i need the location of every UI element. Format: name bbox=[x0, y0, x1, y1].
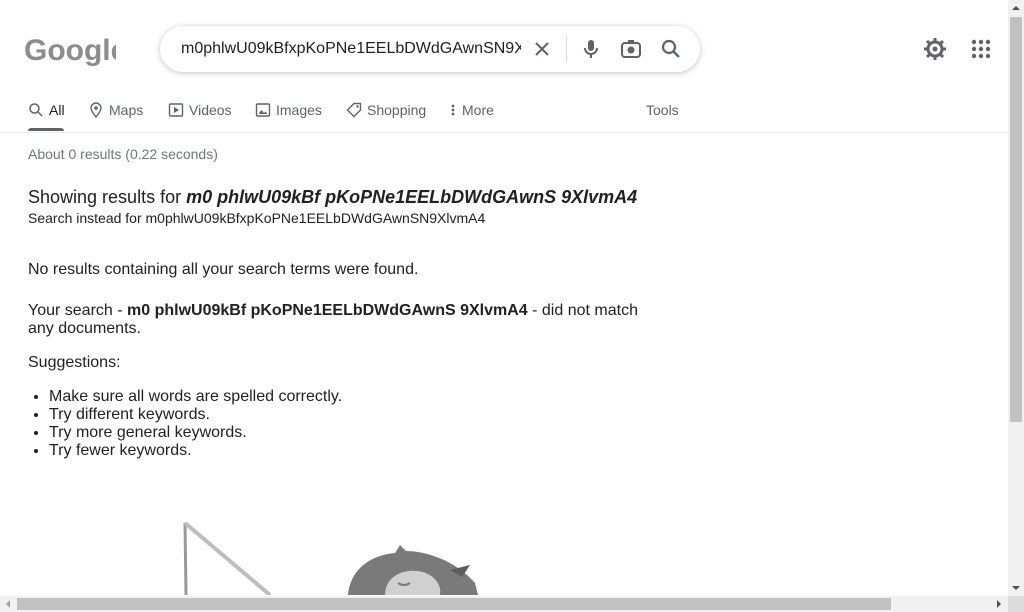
tools-button[interactable]: Tools bbox=[646, 96, 679, 132]
showing-results-for: Showing results for m0 phlwU09kBf pKoPNe… bbox=[28, 187, 637, 208]
list-item: Try more general keywords. bbox=[49, 424, 342, 442]
tab-label: Images bbox=[276, 102, 322, 118]
no-results-illustration bbox=[170, 515, 490, 595]
video-icon bbox=[168, 103, 184, 117]
no-results-message: No results containing all your search te… bbox=[28, 261, 419, 278]
scroll-down-icon[interactable] bbox=[1012, 584, 1020, 592]
instead-prefix: Search instead for bbox=[28, 210, 146, 226]
search-instead-for: Search instead for m0phlwU09kBfxpKoPNe1E… bbox=[28, 210, 485, 226]
tab-maps[interactable]: Maps bbox=[88, 96, 143, 132]
tag-icon bbox=[346, 102, 362, 118]
scrollbar-corner bbox=[1008, 596, 1024, 612]
tab-all[interactable]: All bbox=[28, 96, 65, 132]
google-logo[interactable]: Google bbox=[24, 32, 127, 68]
scroll-left-icon[interactable] bbox=[4, 600, 12, 608]
corrected-query-link[interactable]: m0 phlwU09kBf pKoPNe1EELbDWdGAwnS 9XlvmA… bbox=[186, 187, 637, 207]
result-stats: About 0 results (0.22 seconds) bbox=[28, 146, 218, 162]
clear-icon[interactable] bbox=[530, 37, 554, 61]
header: Google m0phlwU09kBfxpKoPNe1EELbDWdGAwnSN… bbox=[0, 0, 1008, 96]
tab-shopping[interactable]: Shopping bbox=[346, 96, 426, 132]
tab-label: Maps bbox=[109, 102, 144, 118]
list-item: Make sure all words are spelled correctl… bbox=[49, 388, 342, 406]
apps-icon[interactable] bbox=[969, 37, 993, 61]
tab-more[interactable]: More bbox=[449, 96, 494, 132]
more-vert-icon bbox=[451, 104, 455, 116]
logo-text: Google bbox=[24, 34, 116, 67]
search-tabs: All Maps Videos Images Shopping More Too… bbox=[28, 96, 708, 132]
search-box[interactable]: m0phlwU09kBfxpKoPNe1EELbDWdGAwnSN9XlvmA4 bbox=[160, 26, 700, 72]
tab-label: All bbox=[49, 102, 65, 118]
suggestions-list: Make sure all words are spelled correctl… bbox=[49, 388, 342, 460]
horizontal-scrollbar[interactable] bbox=[0, 596, 1008, 612]
original-query-link[interactable]: m0phlwU09kBfxpKoPNe1EELbDWdGAwnSN9XlvmA4 bbox=[146, 210, 486, 226]
tab-label: Shopping bbox=[367, 102, 427, 118]
list-item: Try fewer keywords. bbox=[49, 442, 342, 460]
search-input[interactable]: m0phlwU09kBfxpKoPNe1EELbDWdGAwnSN9XlvmA4 bbox=[181, 40, 521, 60]
image-icon bbox=[255, 103, 271, 117]
vertical-scrollbar[interactable] bbox=[1008, 0, 1024, 596]
search-icon[interactable] bbox=[659, 37, 683, 61]
horizontal-scroll-thumb[interactable] bbox=[17, 598, 891, 610]
search-divider bbox=[566, 35, 567, 63]
tab-label: More bbox=[462, 102, 494, 118]
active-tab-indicator bbox=[28, 128, 64, 131]
settings-icon[interactable] bbox=[923, 37, 947, 61]
tab-label: Videos bbox=[189, 102, 232, 118]
scroll-up-icon[interactable] bbox=[1012, 4, 1020, 12]
suggestions-label: Suggestions: bbox=[28, 354, 121, 371]
showing-prefix: Showing results for bbox=[28, 187, 187, 207]
your-search-prefix: Your search - bbox=[28, 302, 128, 319]
list-item: Try different keywords. bbox=[49, 406, 342, 424]
header-divider bbox=[0, 132, 1008, 133]
tools-label: Tools bbox=[646, 102, 679, 118]
scroll-right-icon[interactable] bbox=[995, 600, 1003, 608]
map-pin-icon bbox=[90, 102, 102, 118]
vertical-scroll-thumb[interactable] bbox=[1010, 17, 1022, 422]
your-search-message: Your search - m0 phlwU09kBf pKoPNe1EELbD… bbox=[28, 302, 668, 338]
camera-icon[interactable] bbox=[619, 37, 643, 61]
your-search-query: m0 phlwU09kBf pKoPNe1EELbDWdGAwnS 9XlvmA… bbox=[127, 302, 528, 319]
search-icon bbox=[29, 103, 43, 117]
mic-icon[interactable] bbox=[579, 37, 603, 61]
tab-images[interactable]: Images bbox=[255, 96, 322, 132]
tab-videos[interactable]: Videos bbox=[168, 96, 232, 132]
